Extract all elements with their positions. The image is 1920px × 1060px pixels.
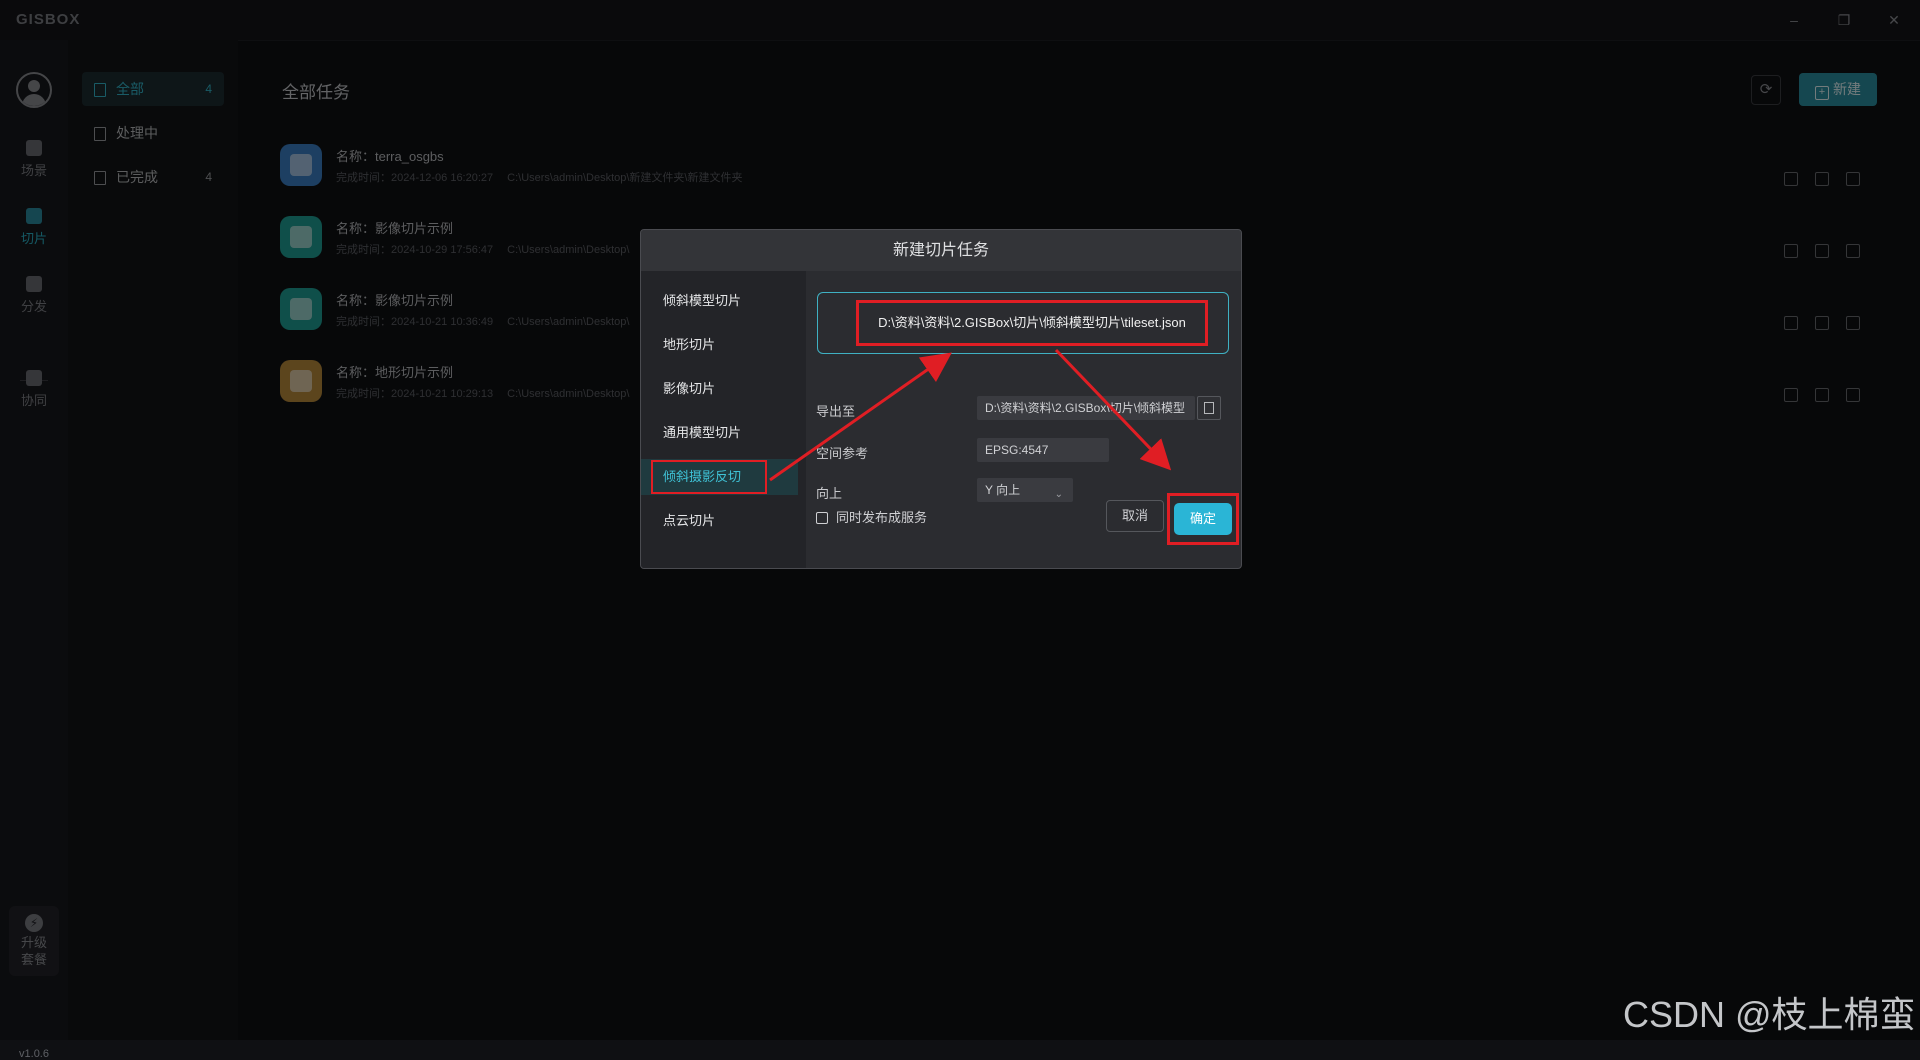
up-axis-label: 向上 [816, 486, 843, 501]
publish-label: 同时发布成服务 [836, 510, 928, 525]
menu-imagery[interactable]: 影像切片 [641, 371, 798, 407]
confirm-button[interactable]: 确定 [1174, 503, 1232, 535]
folder-icon [1204, 402, 1214, 414]
menu-label: 倾斜模型切片 [663, 293, 742, 308]
publish-checkbox[interactable] [816, 512, 828, 524]
watermark: CSDN @枝上棉蛮 [1623, 994, 1916, 1035]
menu-oblique-model[interactable]: 倾斜模型切片 [641, 283, 798, 319]
cancel-button[interactable]: 取消 [1106, 500, 1164, 532]
browse-button[interactable] [1197, 396, 1221, 420]
annotation-highlight-box: 确定 [1167, 493, 1239, 545]
menu-general-model[interactable]: 通用模型切片 [641, 415, 798, 451]
dialog-form: D:\资料\资料\2.GISBox\切片\倾斜模型切片\tileset.json… [806, 271, 1241, 568]
publish-service-option[interactable]: 同时发布成服务 [816, 507, 927, 526]
source-file-dropzone[interactable]: D:\资料\资料\2.GISBox\切片\倾斜模型切片\tileset.json [817, 292, 1229, 354]
menu-label: 点云切片 [663, 513, 716, 528]
new-slice-task-dialog: 新建切片任务 倾斜模型切片 地形切片 影像切片 通用模型切片 倾斜摄影反切 点云… [640, 229, 1242, 569]
annotation-highlight-box [651, 460, 767, 494]
export-label: 导出至 [816, 404, 856, 419]
source-path: D:\资料\资料\2.GISBox\切片\倾斜模型切片\tileset.json [856, 300, 1208, 346]
menu-terrain[interactable]: 地形切片 [641, 327, 798, 363]
dialog-title: 新建切片任务 [641, 230, 1241, 271]
up-axis-value: Y 向上 [985, 483, 1021, 497]
slice-type-menu: 倾斜模型切片 地形切片 影像切片 通用模型切片 倾斜摄影反切 点云切片 [641, 271, 806, 568]
srs-input[interactable]: EPSG:4547 [977, 438, 1109, 462]
menu-label: 影像切片 [663, 381, 716, 396]
version-label: v1.0.6 [19, 1048, 49, 1060]
menu-label: 通用模型切片 [663, 425, 742, 440]
menu-label: 地形切片 [663, 337, 716, 352]
up-axis-select[interactable]: Y 向上 ⌄ [977, 478, 1073, 502]
export-path-input[interactable]: D:\资料\资料\2.GISBox\切片\倾斜模型 [977, 396, 1195, 420]
srs-label: 空间参考 [816, 446, 869, 461]
chevron-down-icon: ⌄ [1054, 489, 1063, 500]
menu-point-cloud[interactable]: 点云切片 [641, 503, 798, 539]
menu-oblique-reverse[interactable]: 倾斜摄影反切 [641, 459, 798, 495]
